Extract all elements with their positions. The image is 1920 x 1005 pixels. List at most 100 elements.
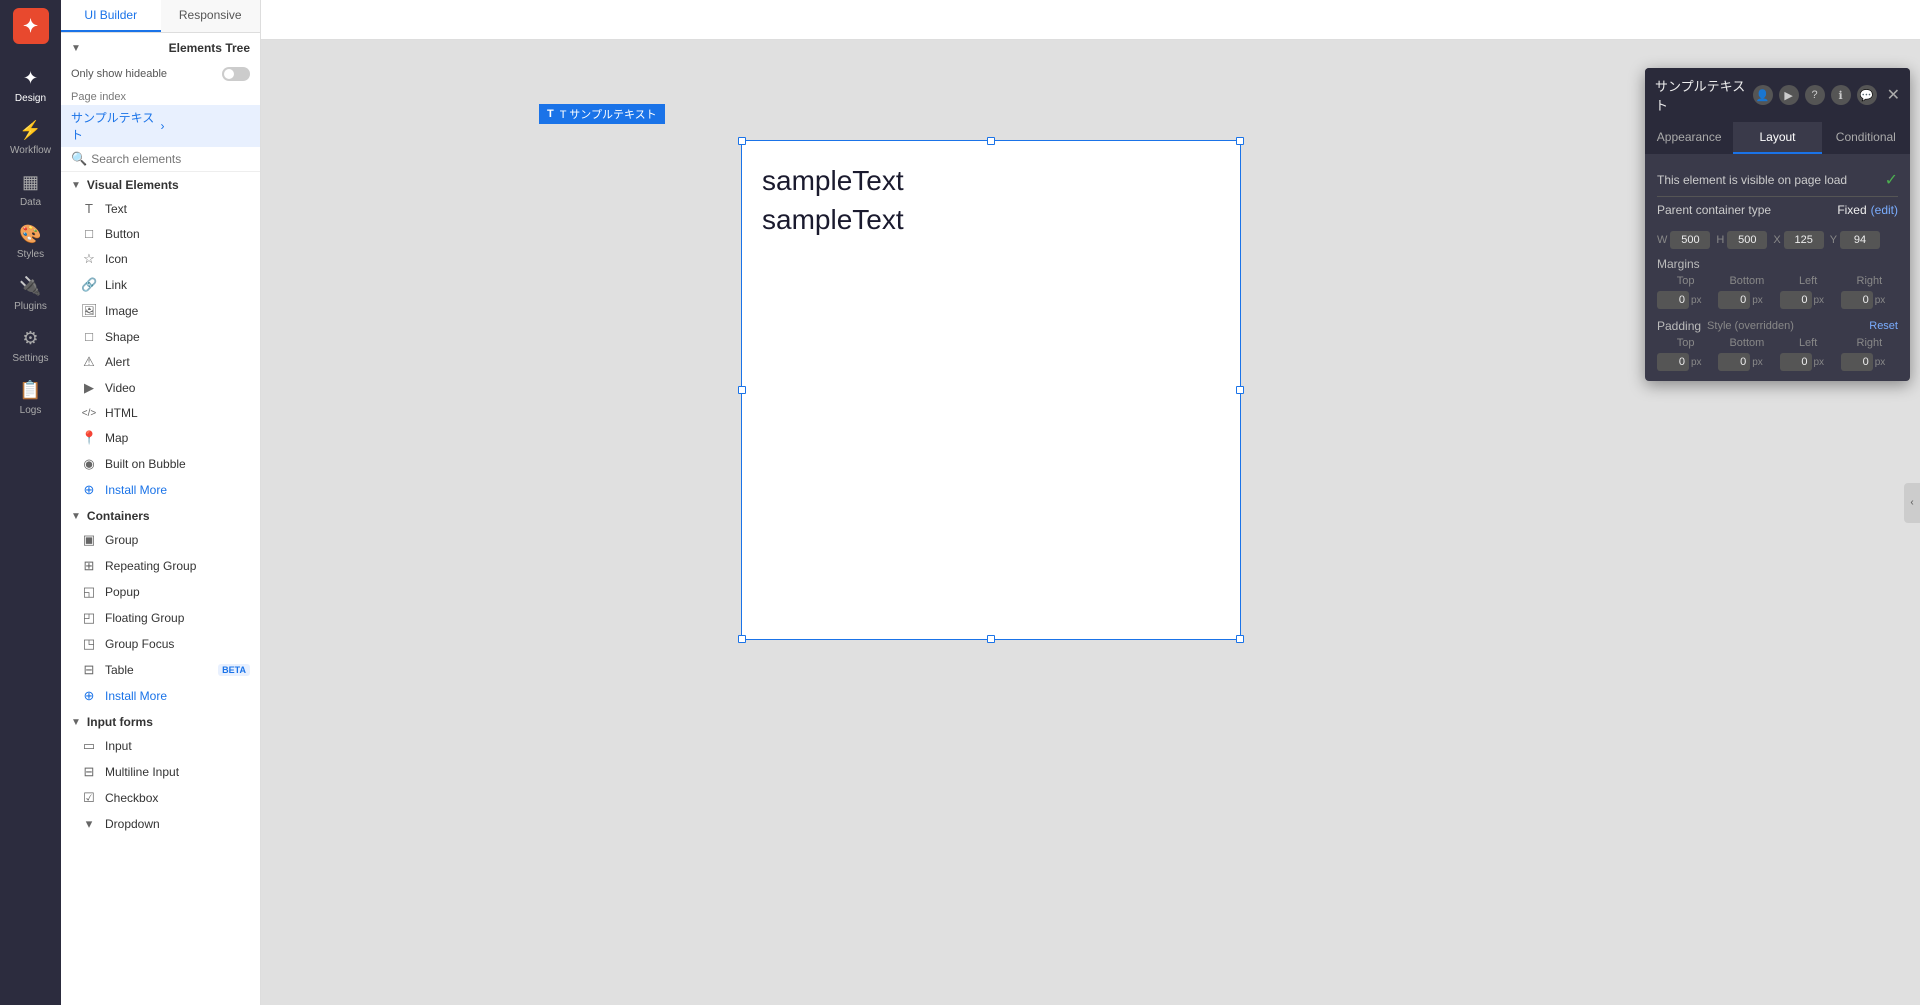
search-icon: 🔍 [71,151,87,167]
panel-close-button[interactable]: ✕ [1887,85,1900,105]
containers-arrow: ▼ [71,511,81,522]
element-item-install-more-2[interactable]: ⊕ Install More [61,683,260,709]
element-item-popup[interactable]: ◱ Popup [61,579,260,605]
visual-elements-header[interactable]: ▼ Visual Elements [61,172,260,196]
handle-bot-right[interactable] [1236,635,1244,643]
element-item-checkbox[interactable]: ☑ Checkbox [61,785,260,811]
element-item-shape[interactable]: □ Shape [61,324,260,349]
element-item-repeating-group[interactable]: ⊞ Repeating Group [61,553,260,579]
element-item-input[interactable]: ▭ Input [61,733,260,759]
page-index-item[interactable]: サンプルテキスト › [61,105,260,147]
padding-bottom-unit: px [1752,357,1763,368]
text-element-label: Text [105,202,127,216]
element-item-map[interactable]: 📍 Map [61,425,260,451]
padding-bottom-input[interactable] [1718,353,1750,371]
nav-item-logs[interactable]: 📋 Logs [0,372,61,424]
x-input[interactable] [1784,231,1824,249]
tab-conditional[interactable]: Conditional [1822,122,1910,154]
y-input[interactable] [1840,231,1880,249]
tab-responsive[interactable]: Responsive [161,0,261,32]
padding-left-group: px [1780,353,1837,371]
element-item-group[interactable]: ▣ Group [61,527,260,553]
settings-icon: ⚙ [22,328,38,349]
margin-right-input[interactable] [1841,291,1873,309]
margin-left-input[interactable] [1780,291,1812,309]
input-forms-header[interactable]: ▼ Input forms [61,709,260,733]
padding-top-input[interactable] [1657,353,1689,371]
only-show-toggle[interactable] [222,67,250,81]
element-item-button[interactable]: □ Button [61,221,260,246]
canvas-collapse-bar[interactable]: ‹ [1904,483,1920,523]
panel-question-icon[interactable]: ? [1805,85,1825,105]
page-item-label: サンプルテキスト [71,109,161,143]
tab-ui-builder[interactable]: UI Builder [61,0,161,32]
collapse-icon[interactable]: ▼ [71,43,81,54]
margin-top-input[interactable] [1657,291,1689,309]
search-input[interactable] [91,152,250,166]
panel-play-icon[interactable]: ▶ [1779,85,1799,105]
element-item-table[interactable]: ⊟ Table BETA [61,657,260,683]
element-item-dropdown[interactable]: ▾ Dropdown [61,811,260,837]
tab-appearance[interactable]: Appearance [1645,122,1733,154]
nav-item-styles[interactable]: 🎨 Styles [0,216,61,268]
table-icon: ⊟ [81,662,97,678]
element-item-group-focus[interactable]: ◳ Group Focus [61,631,260,657]
panel-info-icon[interactable]: ℹ [1831,85,1851,105]
nav-item-workflow[interactable]: ⚡ Workflow [0,112,61,164]
app-logo: ✦ [13,8,49,44]
panel-user-icon[interactable]: 👤 [1753,85,1773,105]
handle-top-right[interactable] [1236,137,1244,145]
padding-right-input[interactable] [1841,353,1873,371]
margins-labels-row: Top Bottom Left Right [1657,275,1898,287]
video-element-label: Video [105,381,135,395]
nav-item-settings[interactable]: ⚙ Settings [0,320,61,372]
parent-container-value: Fixed [1837,203,1866,217]
checkbox-icon: ☑ [81,790,97,806]
nav-label-logs: Logs [20,405,42,416]
margins-section-label: Margins [1657,257,1898,271]
checkbox-label: Checkbox [105,791,158,805]
w-input[interactable] [1670,231,1710,249]
element-item-built-on-bubble[interactable]: ◉ Built on Bubble [61,451,260,477]
panel-comment-icon[interactable]: 💬 [1857,85,1877,105]
visible-checkmark: ✓ [1885,170,1898,190]
element-item-floating-group[interactable]: ◰ Floating Group [61,605,260,631]
margin-bottom-input[interactable] [1718,291,1750,309]
handle-mid-left[interactable] [738,386,746,394]
handle-bot-center[interactable] [987,635,995,643]
handle-bot-left[interactable] [738,635,746,643]
popup-label: Popup [105,585,140,599]
nav-item-design[interactable]: ✦ Design [0,60,61,112]
sidebar-top-tabs: UI Builder Responsive [61,0,260,33]
margin-top-group: px [1657,291,1714,309]
handle-top-center[interactable] [987,137,995,145]
element-item-icon[interactable]: ☆ Icon [61,246,260,272]
containers-header[interactable]: ▼ Containers [61,503,260,527]
alert-element-label: Alert [105,355,130,369]
element-item-alert[interactable]: ⚠ Alert [61,349,260,375]
element-item-multiline-input[interactable]: ⊟ Multiline Input [61,759,260,785]
h-input[interactable] [1727,231,1767,249]
parent-container-edit[interactable]: (edit) [1871,203,1898,217]
handle-mid-right[interactable] [1236,386,1244,394]
element-item-html[interactable]: </> HTML [61,401,260,425]
element-item-link[interactable]: 🔗 Link [61,272,260,298]
element-item-video[interactable]: ▶ Video [61,375,260,401]
visual-elements-arrow: ▼ [71,180,81,191]
element-item-image[interactable]: 🖼 Image [61,298,260,324]
padding-style-label: Style (overridden) [1707,320,1794,332]
tab-layout[interactable]: Layout [1733,122,1821,154]
element-item-text[interactable]: T Text [61,196,260,221]
canvas-text-element[interactable]: sampleText sampleText [741,140,1241,640]
margin-left-unit: px [1814,295,1825,306]
padding-reset-button[interactable]: Reset [1869,320,1898,332]
padding-left-input[interactable] [1780,353,1812,371]
element-item-install-more[interactable]: ⊕ Install More [61,477,260,503]
image-element-icon: 🖼 [81,303,97,319]
nav-item-data[interactable]: ▦ Data [0,164,61,216]
nav-label-workflow: Workflow [10,145,51,156]
nav-item-plugins[interactable]: 🔌 Plugins [0,268,61,320]
margin-top-label: Top [1657,275,1714,287]
handle-top-left[interactable] [738,137,746,145]
group-label: Group [105,533,138,547]
